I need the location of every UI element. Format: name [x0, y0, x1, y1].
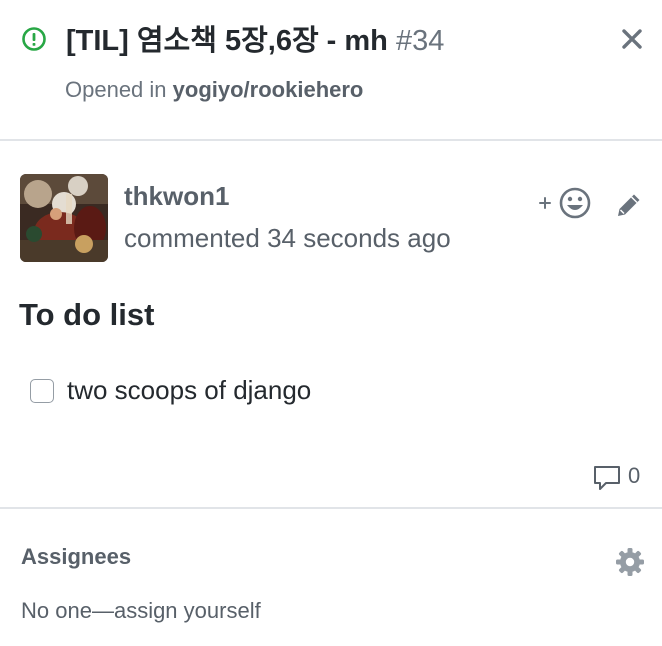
close-icon[interactable]	[619, 26, 645, 52]
comment-author[interactable]: thkwon1	[124, 179, 229, 213]
add-reaction-icon[interactable]	[538, 186, 594, 220]
comment-count-value: 0	[628, 463, 641, 488]
issue-comment: thkwon1 commented 34 seconds ago To do l…	[0, 143, 662, 509]
issue-header: [TIL] 염소책 5장,6장 - mh #34 Opened in yogiy…	[0, 0, 662, 141]
comment-timestamp: commented 34 seconds ago	[124, 223, 451, 253]
task-label: two scoops of django	[67, 375, 312, 405]
issue-number: #34	[395, 25, 445, 57]
issue-title-text: [TIL] 염소책 5장,6장 - mh	[66, 25, 388, 57]
assign-yourself-link[interactable]: assign yourself	[114, 598, 261, 623]
gear-icon[interactable]	[615, 547, 645, 577]
opened-in-label: Opened in	[65, 77, 167, 102]
pencil-icon[interactable]	[614, 190, 644, 220]
assignees-section: Assignees No one—assign yourself	[0, 511, 662, 646]
issue-title: [TIL] 염소책 5장,6장 - mh #34	[66, 22, 444, 60]
assignees-title: Assignees	[21, 544, 132, 569]
repository-link[interactable]: yogiyo/rookiehero	[173, 77, 364, 102]
issue-opened-icon	[22, 27, 46, 51]
avatar[interactable]	[20, 174, 108, 262]
speech-bubble-icon	[594, 466, 620, 490]
avatar-image	[20, 174, 108, 262]
assignees-empty: No one—assign yourself	[21, 597, 261, 625]
task-checkbox[interactable]	[30, 379, 54, 403]
issue-location: Opened in yogiyo/rookiehero	[65, 76, 363, 104]
no-assignee-text: No one—	[21, 598, 114, 623]
comment-heading: To do list	[19, 297, 155, 332]
